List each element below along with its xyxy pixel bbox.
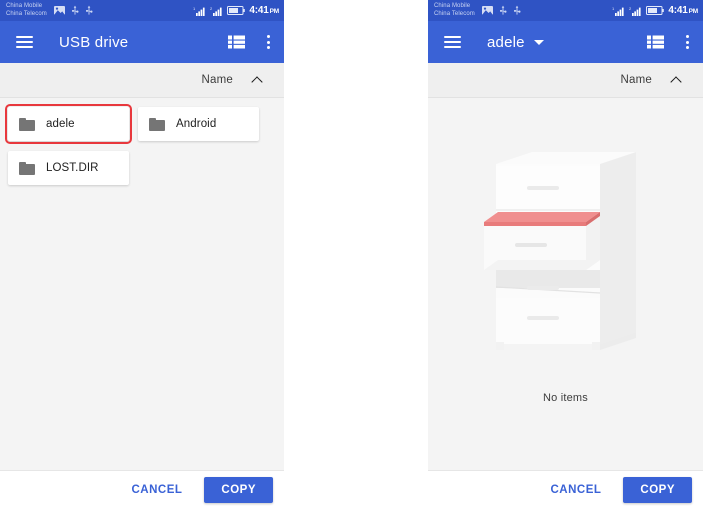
status-icons-left	[481, 5, 521, 16]
more-vertical-icon[interactable]	[686, 35, 689, 49]
image-icon	[53, 6, 65, 15]
status-time: 4:41PM	[668, 5, 698, 16]
carrier-line-1: China Mobile	[434, 3, 471, 9]
cancel-button[interactable]: CANCEL	[541, 478, 610, 502]
sort-bar[interactable]: Name	[0, 63, 284, 98]
empty-state: No items	[428, 98, 703, 470]
usb-icon	[85, 5, 93, 15]
file-name: Android	[176, 118, 217, 130]
empty-state-message: No items	[543, 392, 588, 404]
usb-icon	[513, 5, 521, 15]
status-icons-left	[53, 5, 93, 16]
more-vertical-icon[interactable]	[267, 35, 270, 49]
sort-bar[interactable]: Name	[428, 63, 703, 98]
app-bar-title-wrap[interactable]: adele	[461, 34, 544, 51]
status-time: 4:41PM	[249, 5, 279, 16]
status-bar: China Mobile China Telecom 1 2 4:41PM	[428, 0, 703, 21]
usb-icon	[499, 5, 507, 15]
hamburger-menu-icon[interactable]	[16, 36, 33, 48]
file-grid: adele Android LOST.DIR	[0, 98, 284, 185]
content-area: adele Android LOST.DIR	[0, 98, 284, 470]
file-card[interactable]: Android	[138, 107, 259, 141]
status-time-value: 4:41	[249, 5, 269, 16]
image-icon	[481, 6, 493, 15]
status-icons-right: 1 2 4:41PM	[193, 5, 279, 16]
battery-icon	[227, 6, 246, 15]
carrier-label: China Mobile China Telecom	[434, 3, 475, 18]
more-vertical-icon-glyph	[686, 35, 689, 49]
status-time-ampm: PM	[688, 8, 699, 15]
signal-bars-icon: 2	[629, 6, 642, 16]
list-view-icon[interactable]	[228, 35, 245, 49]
list-view-icon[interactable]	[647, 35, 664, 49]
signal-bars-icon: 1	[193, 6, 206, 16]
page-title: adele	[487, 33, 525, 51]
hamburger-menu-icon[interactable]	[444, 36, 461, 48]
file-name: adele	[46, 118, 75, 130]
folder-icon	[19, 161, 35, 175]
file-card[interactable]: adele	[5, 104, 132, 144]
usb-icon	[71, 5, 79, 15]
file-name: LOST.DIR	[46, 162, 99, 174]
chevron-down-icon[interactable]	[533, 39, 544, 45]
filing-cabinet-open-drawer-illustration	[483, 152, 636, 350]
status-time-value: 4:41	[668, 5, 688, 16]
sort-label: Name	[201, 74, 233, 86]
status-time-ampm: PM	[269, 8, 280, 15]
folder-icon	[19, 117, 35, 131]
page-title: USB drive	[59, 33, 129, 51]
carrier-line-1: China Mobile	[6, 3, 43, 9]
file-card[interactable]: LOST.DIR	[8, 151, 129, 185]
folder-icon	[149, 117, 165, 131]
cancel-button[interactable]: CANCEL	[122, 478, 191, 502]
svg-text:2: 2	[629, 6, 632, 11]
copy-button[interactable]: COPY	[204, 477, 273, 503]
signal-bars-icon: 1	[612, 6, 625, 16]
list-view-icon-glyph	[228, 35, 245, 49]
svg-text:1: 1	[612, 6, 615, 11]
status-bar: China Mobile China Telecom 1 2 4:41PM	[0, 0, 284, 21]
sort-label: Name	[620, 74, 652, 86]
app-bar: adele	[428, 21, 703, 63]
signal-bars-icon: 2	[210, 6, 223, 16]
carrier-line-2: China Telecom	[6, 10, 47, 17]
app-bar: USB drive	[0, 21, 284, 63]
action-bar: CANCEL COPY	[428, 470, 703, 509]
more-vertical-icon-glyph	[267, 35, 270, 49]
carrier-line-2: China Telecom	[434, 10, 475, 17]
status-icons-right: 1 2 4:41PM	[612, 5, 698, 16]
phone-panel-right: China Mobile China Telecom 1 2 4:41PM ad…	[428, 0, 703, 509]
phone-panel-left: China Mobile China Telecom 1 2 4:41PM US…	[0, 0, 284, 509]
svg-text:2: 2	[210, 6, 213, 11]
copy-button[interactable]: COPY	[623, 477, 692, 503]
svg-text:1: 1	[193, 6, 196, 11]
list-view-icon-glyph	[647, 35, 664, 49]
action-bar: CANCEL COPY	[0, 470, 284, 509]
chevron-up-icon[interactable]	[252, 75, 263, 86]
app-bar-title-wrap: USB drive	[33, 34, 128, 51]
battery-icon	[646, 6, 665, 15]
content-area: No items	[428, 98, 703, 470]
carrier-label: China Mobile China Telecom	[6, 3, 47, 18]
chevron-up-icon[interactable]	[671, 75, 682, 86]
